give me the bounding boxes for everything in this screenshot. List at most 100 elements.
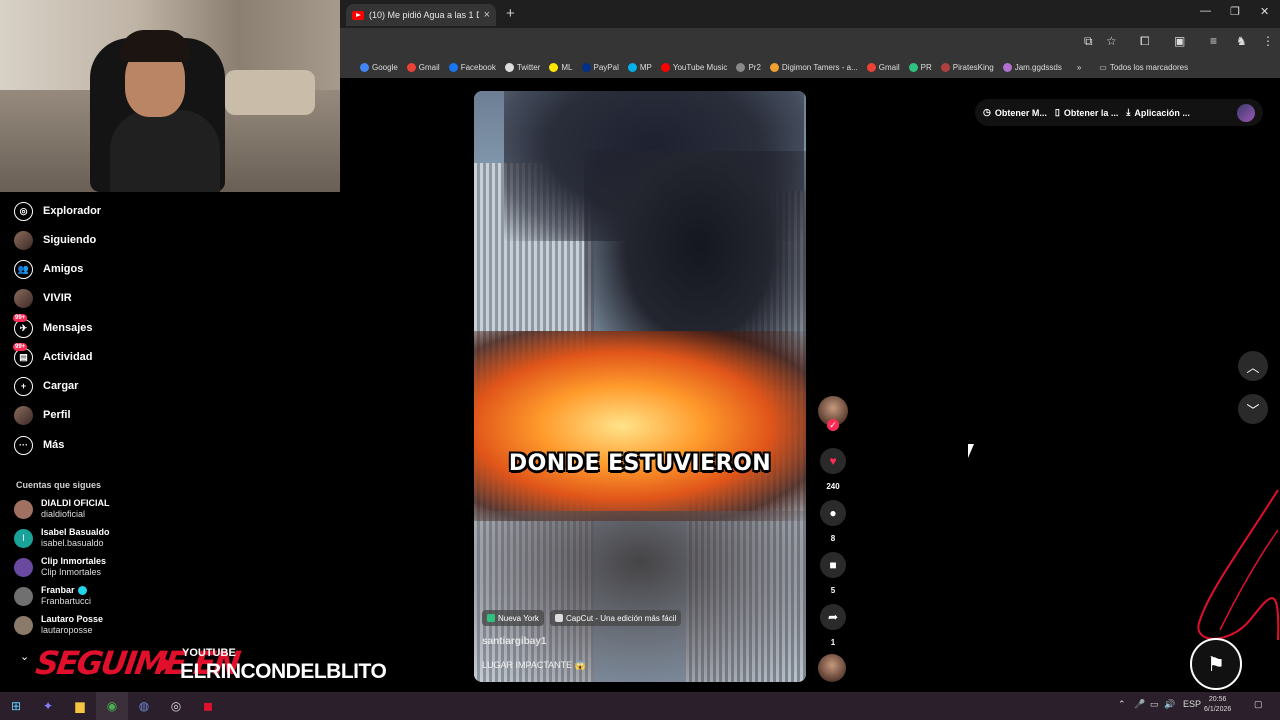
restore-button[interactable]: ❐ [1230,5,1240,18]
follow-check-icon[interactable]: ✓ [827,419,839,431]
sidebar-item-actividad[interactable]: ▤ 99+ Actividad [13,342,93,368]
get-app-button[interactable]: ▯ Obtener la ... [1055,107,1118,118]
account-text: DIALDI OFICIAL dialdioficial [41,498,110,520]
followed-account[interactable]: I Isabel Basualdo isabel.basualdo [14,527,110,549]
taskbar-file-explorer[interactable]: ▆ [64,692,96,720]
notification-badge: 99+ [13,313,28,322]
close-window-button[interactable]: ✕ [1260,5,1269,18]
extensions-icon[interactable]: ⧠ [1140,34,1150,49]
minimize-button[interactable]: — [1200,5,1211,17]
sidebar-item-label: Perfil [43,409,71,421]
sidebar-item-amigos[interactable]: 👥 Amigos [14,258,83,280]
browser-tab[interactable]: (10) Me pidió Agua a las 1 De la × [346,4,496,26]
close-tab-icon[interactable]: × [484,9,490,21]
taskbar-copilot[interactable]: ✦ [32,692,64,720]
sidebar-item-siguiendo[interactable]: Siguiendo [14,229,96,251]
account-name-text: Clip Inmortales [41,556,107,566]
extension-icon[interactable]: ▣ [1174,34,1185,48]
bookmark-item[interactable]: Twitter [504,62,541,72]
like-button[interactable]: ♥ [820,448,846,474]
microphone-icon[interactable]: 🎤 [1134,699,1145,710]
bookmark-favicon-icon [504,62,514,72]
save-count: 5 [830,586,836,595]
bookmark-label: Digimon Tamers - a... [781,62,858,72]
notifications-icon[interactable]: ▢ [1254,699,1263,710]
following-accounts-title: Cuentas que sigues [16,480,102,490]
followed-account[interactable]: Franbar Franbartucci [14,585,91,607]
sound-disc-avatar[interactable] [818,654,846,682]
taskbar-discord[interactable]: ◍ [128,692,160,720]
all-bookmarks-folder[interactable]: ▭ Todos los marcadores [1099,63,1188,72]
bookmark-item[interactable]: PayPal [581,62,619,72]
next-video-button[interactable]: ﹀ [1238,394,1268,424]
previous-video-button[interactable]: ︿ [1238,351,1268,381]
bookmark-item[interactable]: Gmail [866,62,900,72]
bookmarks-overflow-icon[interactable]: » [1077,63,1081,72]
bookmark-item[interactable]: Digimon Tamers - a... [769,62,858,72]
sidebar-item-mensajes[interactable]: ✈ 99+ Mensajes [13,313,93,339]
bookmark-item[interactable]: MP [627,62,652,72]
bookmark-item[interactable]: ML [549,62,573,72]
bookmark-item[interactable]: YouTube Music [660,62,727,72]
bookmark-item[interactable]: Gmail [406,62,440,72]
followed-account[interactable]: DIALDI OFICIAL dialdioficial [14,498,110,520]
get-coins-button[interactable]: ◷ Obtener M... [983,107,1047,118]
taskbar-obs[interactable]: ◎ [160,692,192,720]
start-button[interactable]: ⊞ [0,692,32,720]
bookmark-star-icon[interactable]: ☆ [1106,34,1117,48]
network-icon[interactable]: ▭ [1150,699,1159,710]
discord-icon: ◍ [138,699,150,713]
bookmark-item[interactable]: Pr2 [736,62,761,72]
location-tag[interactable]: Nueva York [482,610,544,626]
followed-account[interactable]: Lautaro Posse lautaroposse [14,614,103,636]
folder-icon: ▭ [1099,62,1107,72]
comment-count: 8 [830,534,836,543]
user-avatar[interactable] [1237,103,1255,122]
profile-avatar-icon [14,405,33,425]
sidebar-item-más[interactable]: ··· Más [14,434,64,456]
see-more-chevron-icon[interactable]: ⌄ [20,650,29,663]
copilot-icon: ✦ [42,699,54,713]
tray-chevron-icon[interactable]: ⌃ [1118,699,1126,710]
bookmark-favicon-icon [406,62,416,72]
account-text: Lautaro Posse lautaroposse [41,614,103,636]
bookmark-item[interactable]: Google [360,62,398,72]
install-app-icon[interactable]: ⧉ [1084,34,1093,49]
capcut-tag[interactable]: CapCut - Una edición más fácil [550,610,682,626]
language-indicator[interactable]: ESP [1183,699,1201,709]
sidebar-item-explorador[interactable]: ◎ Explorador [14,200,101,222]
account-name: Franbar [41,585,91,596]
sidebar-item-perfil[interactable]: Perfil [14,404,71,426]
verified-badge-icon [77,586,87,596]
video-player[interactable]: DONDE ESTUVIERON Nueva York CapCut - Una… [474,91,806,682]
bookmark-item[interactable]: Jam.ggdssds [1002,62,1062,72]
taskbar-chrome[interactable]: ◉ [96,692,128,720]
sidebar-item-cargar[interactable]: + Cargar [14,375,78,397]
new-tab-button[interactable]: + [506,5,515,22]
profile-icon[interactable]: ♞ [1236,34,1247,48]
menu-kebab-icon[interactable]: ⋮ [1262,34,1274,48]
followed-account[interactable]: Clip Inmortales Clip Inmortales [14,556,106,578]
reading-list-icon[interactable]: ≡ [1210,34,1217,48]
account-avatar: I [14,528,33,548]
browser-tab-strip: (10) Me pidió Agua a las 1 De la × + — ❐… [340,0,1280,28]
taskbar-app[interactable]: ◼ [192,692,224,720]
system-clock[interactable]: 20:56 6/1/2026 [1204,695,1231,715]
share-button[interactable]: ➦ [820,604,846,630]
video-author[interactable]: santiargibay1 [482,636,546,647]
clock-time: 20:56 [1208,696,1227,703]
bookmark-item[interactable]: Facebook [448,62,496,72]
sidebar-item-vivir[interactable]: VIVIR [14,287,72,309]
comment-button[interactable]: ● [820,500,846,526]
bookmark-favicon-icon [1002,62,1012,72]
save-button[interactable]: ■ [820,552,846,578]
comment-icon: ● [829,506,837,520]
bookmark-item[interactable]: PR [908,62,932,72]
bookmark-favicon-icon [448,62,458,72]
video-description: LUGAR IMPACTANTE 😱 [482,660,586,670]
desktop-app-button[interactable]: ⤓ Aplicación ... [1126,107,1190,118]
bookmark-item[interactable]: PiratesKing [940,62,994,72]
bookmark-label: Twitter [516,62,541,72]
account-name: Isabel Basualdo [41,527,110,538]
volume-icon[interactable]: 🔊 [1164,699,1175,710]
